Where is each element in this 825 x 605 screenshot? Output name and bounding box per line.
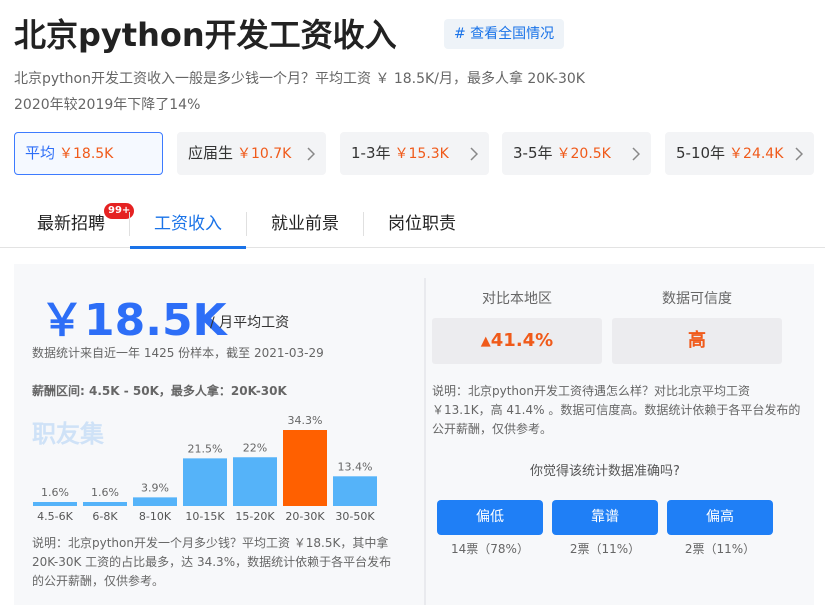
bar-value-label: 3.9% xyxy=(141,481,169,494)
category-label: 30-50K xyxy=(335,510,375,523)
arrow-up-icon: ▲ xyxy=(480,334,491,349)
trust-value: 高 xyxy=(612,318,782,364)
bar-value-label: 1.6% xyxy=(91,486,119,499)
description: 北京python开发工资收入一般是多少钱一个月？平均工资 ￥ 18.5K/月，最… xyxy=(14,66,814,118)
compare-region-heading: 对比本地区 xyxy=(482,291,552,307)
chevron-right-icon xyxy=(307,147,315,161)
chevron-right-icon xyxy=(795,147,803,161)
average-salary-unit: / 月平均工资 xyxy=(210,315,290,331)
category-label: 15-20K xyxy=(235,510,275,523)
bar-value-label: 1.6% xyxy=(41,486,69,499)
salary-distribution-chart: 1.6% 4.5-6K 1.6% 6-8K 3.9% 8-10K 21.5% 10-15K 22… xyxy=(33,414,377,523)
bar-30-50K xyxy=(333,476,377,506)
bar-value-label: 13.4% xyxy=(338,460,373,473)
pill-label: 3-5年 ￥20.5K xyxy=(513,144,611,162)
bar-4.5-6K xyxy=(33,502,77,506)
tab-prospects[interactable]: 就业前景 xyxy=(247,200,363,248)
pill-label: 1-3年 ￥15.3K xyxy=(351,144,449,162)
description-line-1: 北京python开发工资收入一般是多少钱一个月？平均工资 ￥ 18.5K/月，最… xyxy=(14,71,585,87)
bar-value-label: 34.3% xyxy=(288,414,323,427)
experience-filter: 平均 ￥18.5K 应届生 ￥10.7K 1-3年 ￥15.3K 3-5年 ￥20.5K… xyxy=(14,132,825,176)
category-label: 20-30K xyxy=(285,510,325,523)
salary-note: 说明：北京python开发一个月多少钱？平均工资 ￥18.5K，其中拿 20K-… xyxy=(32,536,392,588)
vote-high-count: 2票（11%） xyxy=(684,542,756,556)
vote-low-count: 14票（78%） xyxy=(451,542,529,556)
tab-duties[interactable]: 岗位职责 xyxy=(364,200,480,248)
vote-high-button[interactable]: 偏高 xyxy=(667,500,773,535)
pill-1-3-years[interactable]: 1-3年 ￥15.3K xyxy=(340,132,489,175)
pill-average[interactable]: 平均 ￥18.5K xyxy=(14,132,163,175)
category-label: 6-8K xyxy=(92,510,118,523)
accuracy-question: 你觉得该统计数据准确吗? xyxy=(530,464,680,479)
chevron-right-icon xyxy=(632,147,640,161)
panel-divider xyxy=(424,278,426,605)
bar-6-8K xyxy=(83,502,127,506)
pill-label: 平均 ￥18.5K xyxy=(25,144,114,162)
pill-5-10-years[interactable]: 5-10年 ￥24.4K xyxy=(665,132,814,175)
page-title: 北京python开发工资收入 xyxy=(14,16,397,54)
tab-salary[interactable]: 工资收入 xyxy=(130,200,246,249)
pill-graduate[interactable]: 应届生 ￥10.7K xyxy=(177,132,326,175)
salary-panel: ￥18.5K / 月平均工资 数据统计来自近一年 1425 份样本，截至 202… xyxy=(14,264,814,605)
pill-label: 应届生 ￥10.7K xyxy=(188,144,292,162)
bar-value-label: 21.5% xyxy=(188,442,223,455)
page: 北京python开发工资收入 # 查看全国情况 北京python开发工资收入一般… xyxy=(0,0,825,605)
bar-20-30K xyxy=(283,430,327,506)
bar-8-10K xyxy=(133,497,177,506)
category-label: 4.5-6K xyxy=(37,510,73,523)
category-label: 8-10K xyxy=(139,510,172,523)
tab-bar: 最新招聘 99+ 工资收入 就业前景 岗位职责 xyxy=(0,200,825,249)
description-line-2: 2020年较2019年下降了14% xyxy=(14,97,201,113)
vote-low-button[interactable]: 偏低 xyxy=(437,500,543,535)
national-link[interactable]: # 查看全国情况 xyxy=(444,19,565,49)
average-salary: ￥18.5K xyxy=(40,295,227,346)
pill-3-5-years[interactable]: 3-5年 ￥20.5K xyxy=(502,132,651,175)
compare-region-value: ▲41.4% xyxy=(432,318,602,364)
compare-note: 说明：北京python开发工资待遇怎么样？对比北京平均工资 ￥13.1K，高 4… xyxy=(432,384,801,436)
category-label: 10-15K xyxy=(185,510,225,523)
bar-15-20K xyxy=(233,457,277,506)
chevron-right-icon xyxy=(470,147,478,161)
trust-heading: 数据可信度 xyxy=(662,291,732,307)
bar-10-15K xyxy=(183,458,227,506)
pill-label: 5-10年 ￥24.4K xyxy=(676,144,784,162)
vote-accurate-count: 2票（11%） xyxy=(569,542,641,556)
salary-range: 薪酬区间: 4.5K - 50K，最多人拿：20K-30K xyxy=(32,384,287,398)
sample-info: 数据统计来自近一年 1425 份样本，截至 2021-03-29 xyxy=(32,346,324,360)
vote-accurate-button[interactable]: 靠谱 xyxy=(552,500,658,535)
bar-value-label: 22% xyxy=(243,441,267,454)
